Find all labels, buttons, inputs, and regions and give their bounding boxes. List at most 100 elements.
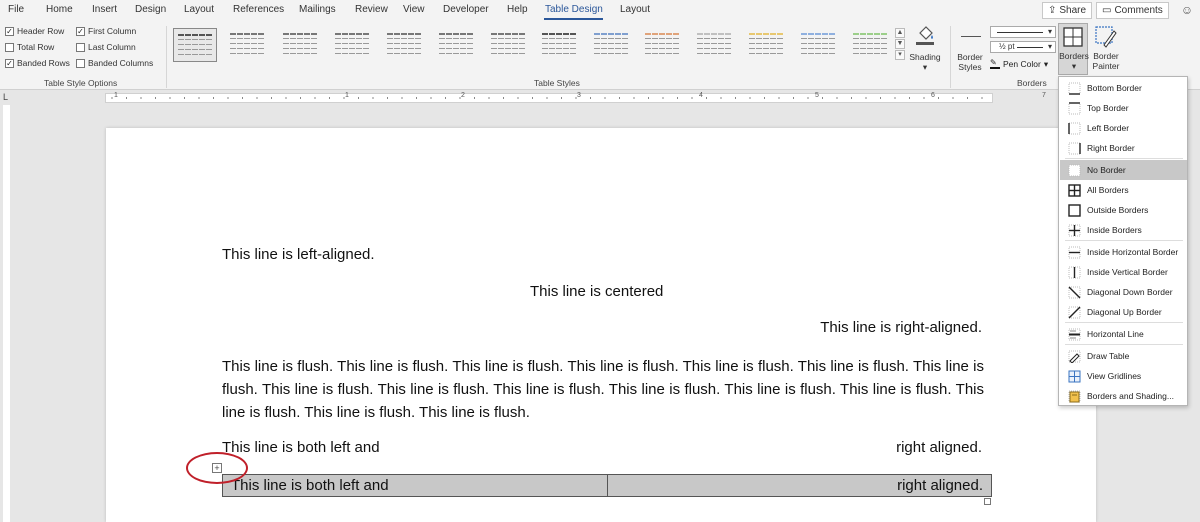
borders-menu-item[interactable]: Diagonal Up Border bbox=[1060, 302, 1187, 322]
table-style-thumbnail[interactable] bbox=[226, 28, 270, 62]
comments-button[interactable]: ▭ Comments bbox=[1096, 2, 1169, 19]
total-row-checkbox[interactable]: Total Row bbox=[5, 42, 54, 52]
table-style-thumbnail[interactable] bbox=[538, 28, 582, 62]
smiley-icon[interactable]: ☺ bbox=[1180, 3, 1194, 17]
tab-developer[interactable]: Developer bbox=[443, 4, 489, 15]
diagonal-up-border-icon bbox=[1068, 306, 1081, 318]
borders-menu-item[interactable]: Borders and Shading... bbox=[1060, 386, 1187, 406]
both-aligned-left-text[interactable]: This line is both left and bbox=[222, 439, 380, 456]
gallery-more-icon[interactable]: ▾ bbox=[895, 50, 905, 60]
table-style-thumbnail[interactable] bbox=[173, 28, 217, 62]
table-style-thumbnail[interactable] bbox=[797, 28, 841, 62]
left-aligned-line[interactable]: This line is left-aligned. bbox=[222, 246, 375, 263]
banded-columns-checkbox[interactable]: Banded Columns bbox=[76, 58, 153, 68]
document-page[interactable]: This line is left-aligned. This line is … bbox=[106, 128, 1096, 522]
borders-menu-item[interactable]: Diagonal Down Border bbox=[1060, 282, 1187, 302]
tab-view[interactable]: View bbox=[403, 4, 425, 15]
borders-button[interactable]: Borders ▾ bbox=[1058, 23, 1089, 75]
table-style-thumbnail[interactable] bbox=[590, 28, 634, 62]
borders-menu-item[interactable]: Bottom Border bbox=[1060, 78, 1187, 98]
inside-vertical-border-icon bbox=[1068, 266, 1081, 278]
shading-button[interactable]: Shading ▾ bbox=[908, 24, 942, 74]
border-styles-button[interactable]: Border Styles bbox=[953, 24, 987, 76]
view-gridlines-icon bbox=[1068, 370, 1081, 382]
ruler-number: 6 bbox=[931, 92, 935, 99]
chevron-down-icon: ▾ bbox=[1047, 42, 1052, 51]
tab-table-design[interactable]: Table Design bbox=[545, 4, 603, 15]
banded-rows-checkbox[interactable]: ✓ Banded Rows bbox=[5, 58, 70, 68]
borders-menu-item[interactable]: Horizontal Line bbox=[1060, 324, 1187, 344]
borders-menu-item[interactable]: Right Border bbox=[1060, 138, 1187, 158]
table-resize-handle[interactable] bbox=[984, 498, 991, 505]
inside-borders-icon bbox=[1068, 224, 1081, 236]
table-style-thumbnail[interactable] bbox=[487, 28, 531, 62]
border-painter-label: Border Painter bbox=[1092, 51, 1120, 71]
table-style-thumbnail[interactable] bbox=[279, 28, 323, 62]
centered-line[interactable]: This line is centered bbox=[530, 283, 663, 300]
last-column-label: Last Column bbox=[88, 42, 136, 52]
tab-home[interactable]: Home bbox=[46, 4, 73, 15]
borders-menu-item[interactable]: Draw Table bbox=[1060, 346, 1187, 366]
tab-table-layout[interactable]: Layout bbox=[620, 4, 650, 15]
header-row-checkbox[interactable]: ✓ Header Row bbox=[5, 26, 64, 36]
tab-design[interactable]: Design bbox=[135, 4, 166, 15]
borders-menu-item[interactable]: Top Border bbox=[1060, 98, 1187, 118]
tab-insert[interactable]: Insert bbox=[92, 4, 117, 15]
pen-weight-select[interactable]: ½ pt ▾ bbox=[990, 41, 1056, 53]
borders-menu-item[interactable]: Inside Horizontal Border bbox=[1060, 242, 1187, 262]
ruler-track[interactable] bbox=[105, 93, 993, 103]
pen-line-icon bbox=[997, 32, 1043, 33]
gallery-down-icon[interactable]: ▼ bbox=[895, 39, 905, 49]
table-style-thumbnail[interactable] bbox=[849, 28, 893, 62]
tab-references[interactable]: References bbox=[233, 4, 284, 15]
horizontal-line-icon bbox=[1068, 328, 1081, 340]
flush-paragraph[interactable]: This line is flush. This line is flush. … bbox=[222, 355, 984, 424]
tab-layout[interactable]: Layout bbox=[184, 4, 214, 15]
draw-table-icon bbox=[1068, 350, 1081, 363]
diagonal-down-border-icon bbox=[1068, 286, 1081, 298]
table-cell-left[interactable]: This line is both left and bbox=[223, 475, 607, 496]
both-aligned-right-text[interactable]: right aligned. bbox=[896, 439, 982, 456]
borders-menu-item[interactable]: Inside Vertical Border bbox=[1060, 262, 1187, 282]
gallery-up-icon[interactable]: ▲ bbox=[895, 28, 905, 38]
borders-menu-item[interactable]: View Gridlines bbox=[1060, 366, 1187, 386]
inside-horizontal-border-icon bbox=[1068, 246, 1081, 258]
table-style-thumbnail[interactable] bbox=[383, 28, 427, 62]
ruler-ticks bbox=[111, 97, 983, 99]
table-style-thumbnail[interactable] bbox=[641, 28, 685, 62]
ruler-number: 7 bbox=[1042, 92, 1046, 99]
borders-menu-item[interactable]: Inside Borders bbox=[1060, 220, 1187, 240]
tab-mailings[interactable]: Mailings bbox=[299, 4, 336, 15]
document-table[interactable]: This line is both left and right aligned… bbox=[222, 474, 992, 497]
table-style-options-label: Table Style Options bbox=[44, 78, 118, 88]
borders-menu-item[interactable]: No Border bbox=[1060, 160, 1187, 180]
menu-separator bbox=[1065, 322, 1183, 323]
table-style-thumbnail[interactable] bbox=[435, 28, 479, 62]
borders-shading-icon bbox=[1068, 390, 1081, 402]
tab-review[interactable]: Review bbox=[355, 4, 388, 15]
left-border-icon bbox=[1068, 122, 1081, 134]
borders-menu-item[interactable]: Left Border bbox=[1060, 118, 1187, 138]
share-button[interactable]: ⇪ Share bbox=[1042, 2, 1093, 19]
pen-color-button[interactable]: ✎ Pen Color ▾ bbox=[990, 57, 1054, 71]
table-style-thumbnail[interactable] bbox=[693, 28, 737, 62]
tab-file[interactable]: File bbox=[8, 4, 24, 15]
table-cell-right[interactable]: right aligned. bbox=[606, 475, 992, 496]
tab-stop-selector-icon[interactable]: L bbox=[3, 92, 8, 102]
border-line-icon bbox=[961, 36, 981, 37]
first-column-checkbox[interactable]: ✓ First Column bbox=[76, 26, 136, 36]
vertical-ruler-track[interactable] bbox=[3, 105, 10, 522]
header-row-label: Header Row bbox=[17, 26, 65, 36]
borders-menu-item[interactable]: All Borders bbox=[1060, 180, 1187, 200]
last-column-checkbox[interactable]: Last Column bbox=[76, 42, 136, 52]
pen-style-select[interactable]: ▾ bbox=[990, 26, 1056, 38]
pen-weight-value: ½ pt bbox=[999, 42, 1015, 51]
table-style-thumbnail[interactable] bbox=[745, 28, 789, 62]
table-style-thumbnail[interactable] bbox=[331, 28, 375, 62]
group-separator bbox=[950, 26, 951, 88]
tab-help[interactable]: Help bbox=[507, 4, 528, 15]
right-aligned-line[interactable]: This line is right-aligned. bbox=[820, 319, 982, 336]
border-painter-button[interactable]: Border Painter bbox=[1090, 24, 1122, 76]
red-annotation-circle bbox=[186, 452, 248, 484]
borders-menu-item[interactable]: Outside Borders bbox=[1060, 200, 1187, 220]
